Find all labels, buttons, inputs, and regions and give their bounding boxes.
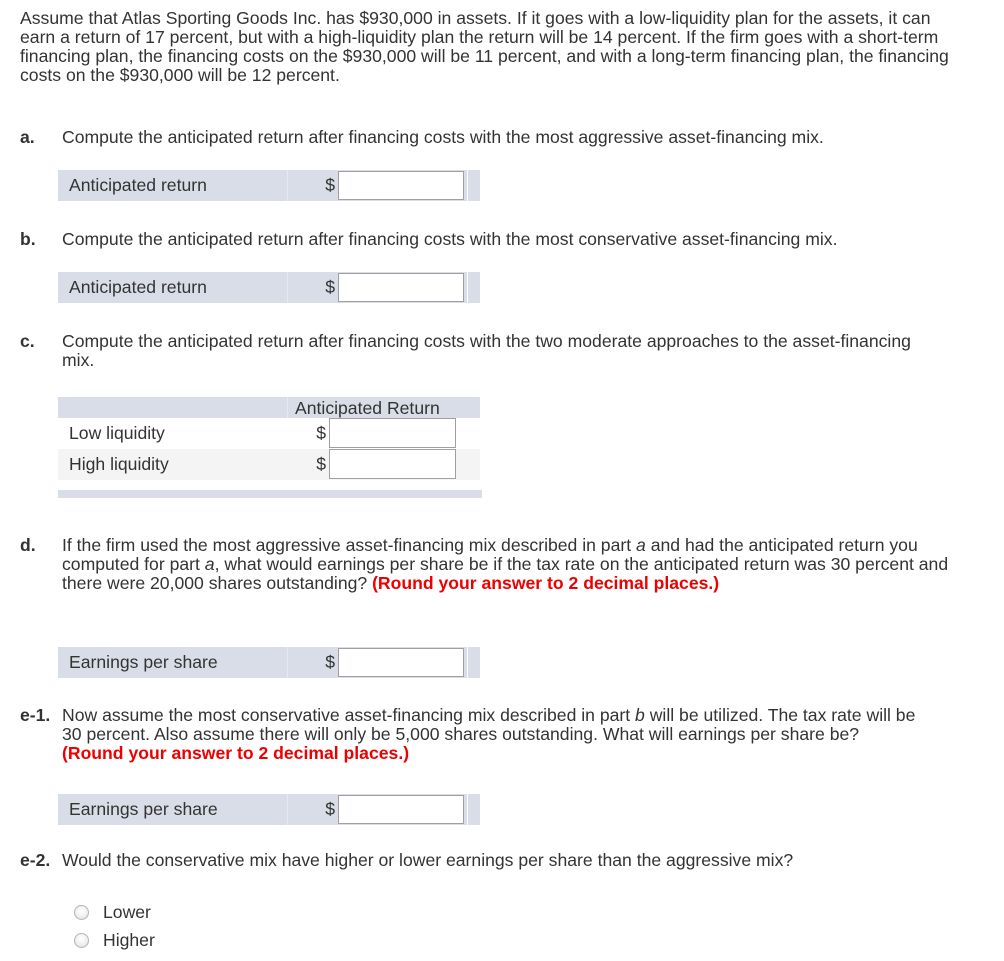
table-header: Anticipated Return — [58, 397, 480, 418]
radio-option-higher[interactable]: Higher — [74, 926, 155, 954]
radio-label: Higher — [103, 929, 155, 950]
question-b-label: b. — [20, 229, 36, 249]
anticipated-return-conservative-input[interactable] — [338, 273, 464, 302]
eps-conservative-input[interactable] — [338, 795, 464, 824]
question-c-text: Compute the anticipated return after fin… — [62, 331, 911, 370]
high-liquidity-return-input[interactable] — [329, 449, 456, 479]
answer-row-e1: Earnings per share $ — [58, 794, 480, 825]
anticipated-return-aggressive-input[interactable] — [338, 171, 464, 200]
row-end-cap — [468, 647, 480, 678]
question-c-label: c. — [20, 331, 35, 351]
question-a-label: a. — [20, 127, 35, 147]
table-row: Low liquidity $ — [58, 418, 480, 449]
currency-symbol: $ — [316, 423, 326, 443]
question-b-text: Compute the anticipated return after fin… — [62, 229, 838, 249]
column-header-anticipated-return: Anticipated Return — [295, 398, 440, 418]
problem-statement: Assume that Atlas Sporting Goods Inc. ha… — [20, 8, 949, 85]
row-end-cap — [468, 170, 480, 201]
question-a-text: Compute the anticipated return after fin… — [62, 127, 824, 147]
radio-label: Lower — [103, 901, 151, 922]
row-label-low-liquidity: Low liquidity — [69, 423, 165, 443]
rounding-instruction: (Round your answer to 2 decimal places.) — [62, 743, 410, 763]
answer-row-b: Anticipated return $ — [58, 272, 480, 303]
row-end-cap — [468, 272, 480, 303]
currency-symbol: $ — [288, 170, 338, 201]
earnings-per-share-label: Earnings per share — [58, 647, 288, 678]
row-end-cap — [468, 794, 480, 825]
currency-symbol: $ — [316, 454, 326, 474]
currency-symbol: $ — [288, 272, 338, 303]
radio-option-lower[interactable]: Lower — [74, 898, 155, 926]
rounding-instruction: (Round your answer to 2 decimal places.) — [372, 573, 720, 593]
question-e2-text: Would the conservative mix have higher o… — [62, 850, 794, 870]
earnings-per-share-label: Earnings per share — [58, 794, 288, 825]
radio-button-icon[interactable] — [74, 932, 89, 948]
higher-lower-radio-group: Lower Higher — [74, 898, 155, 954]
table-footer-bar — [58, 490, 482, 498]
answer-row-a: Anticipated return $ — [58, 170, 480, 201]
anticipated-return-label: Anticipated return — [58, 272, 288, 303]
eps-aggressive-input[interactable] — [338, 648, 464, 677]
low-liquidity-return-input[interactable] — [329, 418, 456, 448]
currency-symbol: $ — [288, 794, 338, 825]
anticipated-return-label: Anticipated return — [58, 170, 288, 201]
radio-button-icon[interactable] — [74, 904, 89, 920]
table-row: High liquidity $ — [58, 449, 480, 480]
row-label-high-liquidity: High liquidity — [69, 454, 169, 474]
question-e2-label: e-2. — [20, 850, 51, 870]
answer-row-d: Earnings per share $ — [58, 647, 480, 678]
question-e1-label: e-1. — [20, 705, 51, 725]
currency-symbol: $ — [288, 647, 338, 678]
question-d-label: d. — [20, 535, 36, 555]
question-e1-text: Now assume the most conservative asset-f… — [62, 705, 916, 763]
moderate-approaches-table: Anticipated Return Low liquidity $ High … — [58, 397, 482, 498]
question-d-text: If the firm used the most aggressive ass… — [62, 535, 949, 593]
